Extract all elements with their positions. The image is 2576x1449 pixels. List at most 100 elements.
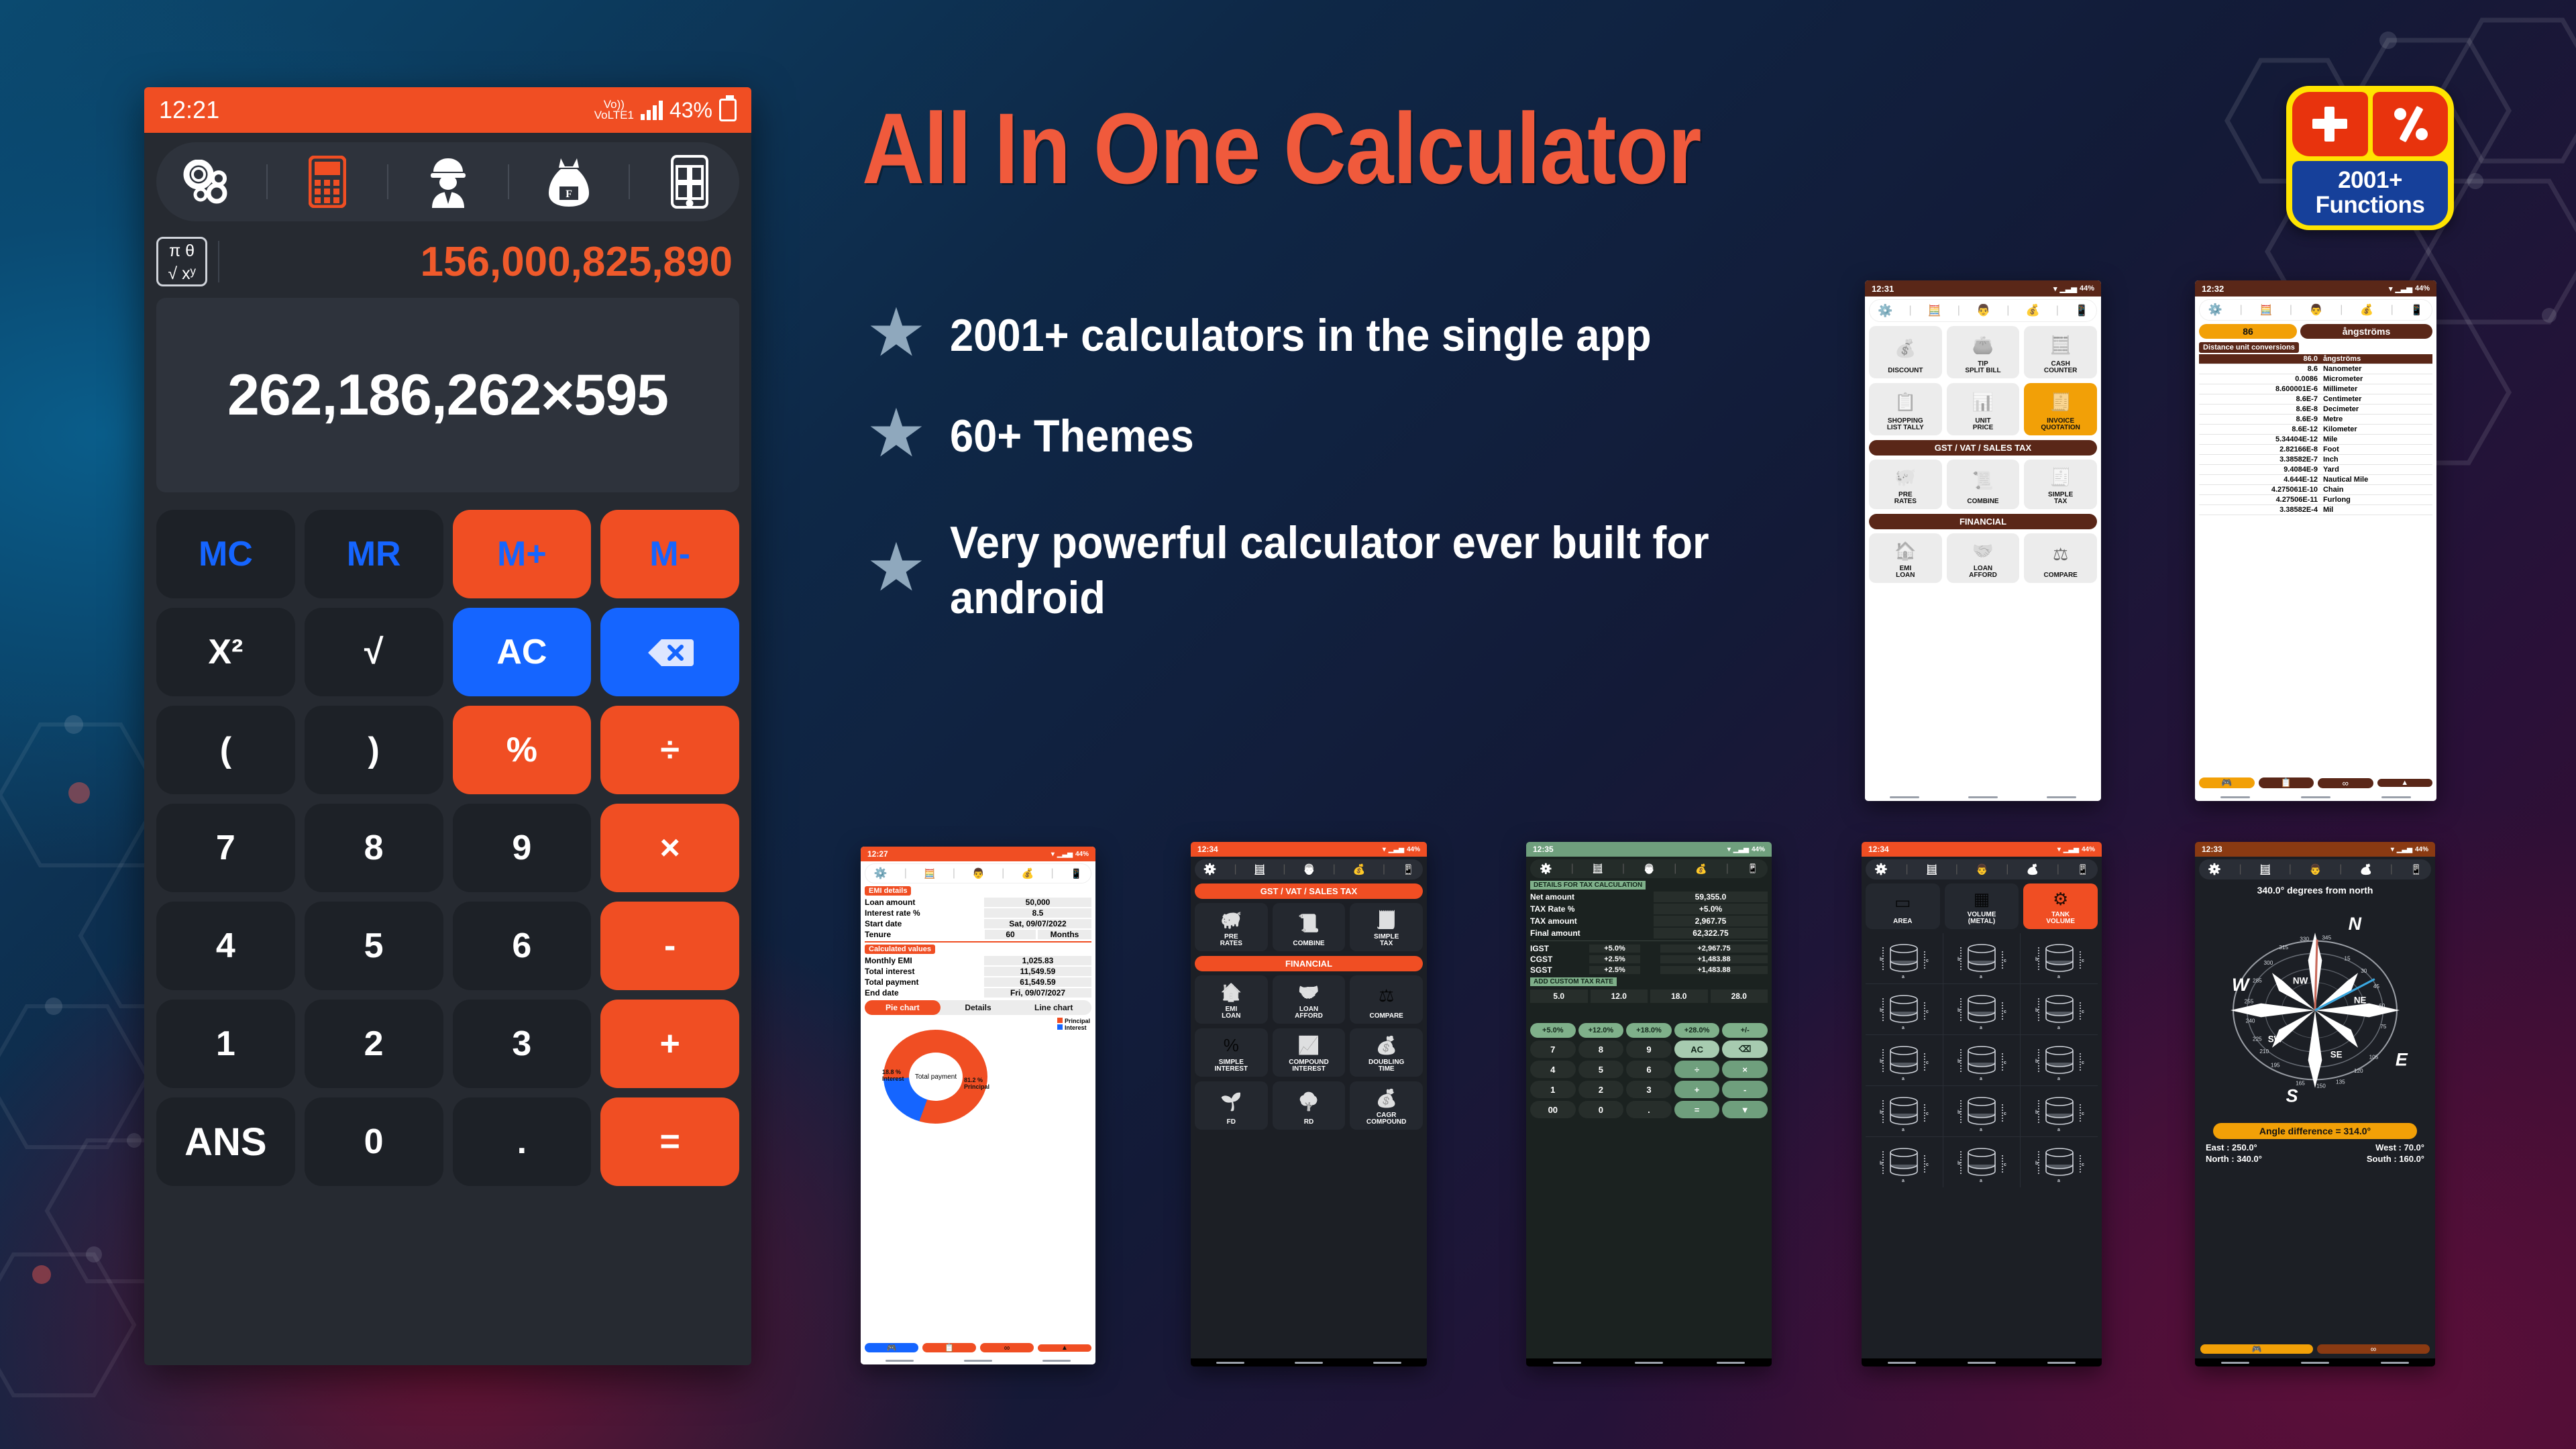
- category-toolbar[interactable]: ⚙️ | 🧮 | 👨 | 💰 | 📱: [1530, 859, 1768, 878]
- tank-shape-dome-cone[interactable]: b c a: [1943, 1086, 2021, 1136]
- detail-row[interactable]: Start date Sat, 09/07/2022: [865, 919, 1091, 928]
- calculator-tile[interactable]: 🐖 PRE RATES: [1869, 460, 1942, 509]
- key-×[interactable]: ×: [1722, 1061, 1768, 1078]
- key-[interactable]: ): [304, 706, 443, 794]
- calculator-tiles[interactable]: 💰 DISCOUNT 👛 TIP SPLIT BILL 🧮 CASH COUNTER 📋 SH…: [1869, 326, 2097, 435]
- table-row[interactable]: 8.6E-12 Kilometer: [2199, 424, 2432, 435]
- key-[interactable]: ×: [600, 804, 739, 892]
- calculator-tile[interactable]: ▦ VOLUME (METAL): [1944, 883, 2019, 929]
- key-2[interactable]: 2: [304, 1000, 443, 1088]
- table-row[interactable]: 3.38582E-7 Inch: [2199, 454, 2432, 465]
- tab-details[interactable]: Details: [941, 1000, 1016, 1015]
- table-row[interactable]: 8.600001E-6 Millimeter: [2199, 384, 2432, 394]
- detail-row[interactable]: End date Fri, 09/07/2027: [865, 988, 1091, 998]
- calculator-tile[interactable]: 🏠 EMI LOAN: [1195, 975, 1268, 1024]
- category-toolbar[interactable]: F: [156, 142, 739, 221]
- detail-value[interactable]: 1,025.83: [984, 956, 1091, 965]
- calculator-tile[interactable]: 💰 CAGR COMPOUND: [1350, 1081, 1423, 1130]
- custom-rate-button[interactable]: 18.0: [1650, 989, 1708, 1003]
- financial-tiles[interactable]: 🏠 EMI LOAN 🤝 LOAN AFFORD ⚖ COMPARE: [1869, 533, 2097, 583]
- detail-row[interactable]: Total interest 11,549.59: [865, 967, 1091, 976]
- detail-value[interactable]: 62,322.75: [1654, 928, 1768, 938]
- key-8[interactable]: 8: [1578, 1040, 1624, 1058]
- engineer-icon[interactable]: [408, 156, 488, 208]
- expression-display[interactable]: 262,186,262×595: [156, 298, 739, 492]
- key-6[interactable]: 6: [452, 902, 592, 990]
- mode-indicator[interactable]: π θ √ xʸ: [156, 237, 207, 286]
- calculator-tile[interactable]: 🐖 PRE RATES: [1195, 903, 1268, 951]
- table-row[interactable]: 3.38582E-4 Mil: [2199, 504, 2432, 515]
- share-icon[interactable]: ∞: [980, 1343, 1034, 1352]
- category-toolbar[interactable]: ⚙️ | 🧮 | 👨 | 💰 | 📱: [1869, 299, 2097, 322]
- moneybag-icon[interactable]: F: [529, 156, 609, 208]
- volume-category-tiles[interactable]: ▭ AREA ▦ VOLUME (METAL) ⚙ TANK VOLUME: [1866, 883, 2098, 929]
- calculator-tile[interactable]: 👛 TIP SPLIT BILL: [1946, 326, 2020, 378]
- key-+[interactable]: +: [1674, 1081, 1720, 1098]
- detail-value[interactable]: 11,549.59: [984, 967, 1091, 976]
- detail-value[interactable]: +5.0%: [1654, 904, 1768, 914]
- moneybag-icon[interactable]: 💰: [1022, 867, 1034, 879]
- gears-icon[interactable]: ⚙️: [2208, 303, 2222, 317]
- detail-row[interactable]: TAX amount 2,967.75: [1530, 916, 1768, 926]
- emi-detail-rows[interactable]: Loan amount 50,000 Interest rate % 8.5 Start…: [865, 898, 1091, 928]
- detail-row[interactable]: Loan amount 50,000: [865, 898, 1091, 907]
- calculator-tile[interactable]: 🧾 SIMPLE TAX: [2024, 460, 2097, 509]
- backspace-icon[interactable]: [600, 608, 739, 696]
- engineer-icon[interactable]: 👨: [1976, 863, 1988, 875]
- gears-icon[interactable]: ⚙️: [1203, 863, 1217, 876]
- detail-value[interactable]: 8.5: [984, 908, 1091, 918]
- tank-shape-cyl-cone[interactable]: b c a: [2021, 984, 2098, 1034]
- tank-shape-capsule[interactable]: b c a: [2021, 1035, 2098, 1085]
- calculator-icon[interactable]: 🧮: [2259, 864, 2271, 875]
- tab-pie-chart[interactable]: Pie chart: [865, 1000, 941, 1015]
- calculator-tile[interactable]: % SIMPLE INTEREST: [1195, 1028, 1268, 1077]
- tax-field-rows[interactable]: Net amount 59,355.0 TAX Rate % +5.0% TAX amo…: [1530, 892, 1768, 938]
- calculator-tile[interactable]: ⚙ TANK VOLUME: [2023, 883, 2098, 929]
- engineer-icon[interactable]: 👨: [972, 867, 985, 879]
- detail-value[interactable]: 61,549.59: [984, 977, 1091, 987]
- key-÷[interactable]: ÷: [1674, 1061, 1720, 1078]
- key-m+[interactable]: M+: [452, 510, 592, 598]
- key-4[interactable]: 4: [156, 902, 295, 990]
- unit-select[interactable]: ångströms: [2300, 324, 2432, 339]
- gears-icon[interactable]: ⚙️: [1540, 863, 1552, 875]
- table-row[interactable]: 4.275061E-10 Chain: [2199, 484, 2432, 495]
- down-arrow-icon[interactable]: ▼: [1722, 1101, 1768, 1118]
- detail-value[interactable]: Fri, 09/07/2027: [984, 988, 1091, 998]
- key-0[interactable]: 0: [1578, 1101, 1624, 1118]
- tools-phone-icon[interactable]: 📱: [2410, 864, 2422, 875]
- key-ans[interactable]: ANS: [156, 1097, 295, 1186]
- calculator-icon[interactable]: 🧮: [1926, 864, 1937, 875]
- table-row[interactable]: 4.27506E-11 Furlong: [2199, 494, 2432, 505]
- backspace-icon[interactable]: ⌫: [1722, 1040, 1768, 1058]
- key-2[interactable]: 2: [1578, 1081, 1624, 1098]
- moneybag-icon[interactable]: 💰: [1352, 863, 1365, 875]
- tax-tiles[interactable]: 🐖 PRE RATES 📜 COMBINE 🧾 SIMPLE TAX: [1195, 903, 1423, 951]
- tools-phone-icon[interactable]: 📱: [2410, 304, 2423, 316]
- calculator-icon[interactable]: 🧮: [1928, 304, 1941, 317]
- key-6[interactable]: 6: [1626, 1061, 1672, 1078]
- tank-shape-cone[interactable]: b c a: [1943, 933, 2021, 983]
- table-row[interactable]: 8.6E-9 Metre: [2199, 414, 2432, 425]
- key-3[interactable]: 3: [452, 1000, 592, 1088]
- key-4[interactable]: 4: [1530, 1061, 1576, 1078]
- engineer-icon[interactable]: 👨: [1303, 863, 1316, 875]
- action-bar[interactable]: 🎮 ∞: [2200, 1341, 2430, 1357]
- moneybag-icon[interactable]: 💰: [2025, 304, 2039, 317]
- table-row[interactable]: 8.6 Nanometer: [2199, 364, 2432, 374]
- moneybag-icon[interactable]: 💰: [1695, 863, 1707, 875]
- key-7[interactable]: 7: [156, 804, 295, 892]
- converter-input-row[interactable]: 86 ångströms: [2199, 324, 2432, 339]
- table-row[interactable]: 2.82166E-8 Foot: [2199, 444, 2432, 455]
- tools-phone-icon[interactable]: 📱: [1403, 864, 1414, 875]
- tax-tiles[interactable]: 🐖 PRE RATES 📜 COMBINE 🧾 SIMPLE TAX: [1869, 460, 2097, 509]
- tenure-unit[interactable]: Months: [1038, 930, 1091, 939]
- custom-rate-button[interactable]: 28.0: [1710, 989, 1768, 1003]
- gears-icon[interactable]: ⚙️: [874, 867, 888, 880]
- key-5[interactable]: 5: [1578, 1061, 1624, 1078]
- table-row[interactable]: 86.0 ångströms: [2199, 354, 2432, 364]
- tank-shape-horiz-cyl[interactable]: b c a: [1943, 1137, 2021, 1187]
- calculator-icon[interactable]: [287, 156, 368, 208]
- clipboard-icon[interactable]: 📋: [922, 1343, 976, 1352]
- category-toolbar[interactable]: ⚙️ | 🧮 | 👨 | 💰 | 📱: [2199, 299, 2432, 321]
